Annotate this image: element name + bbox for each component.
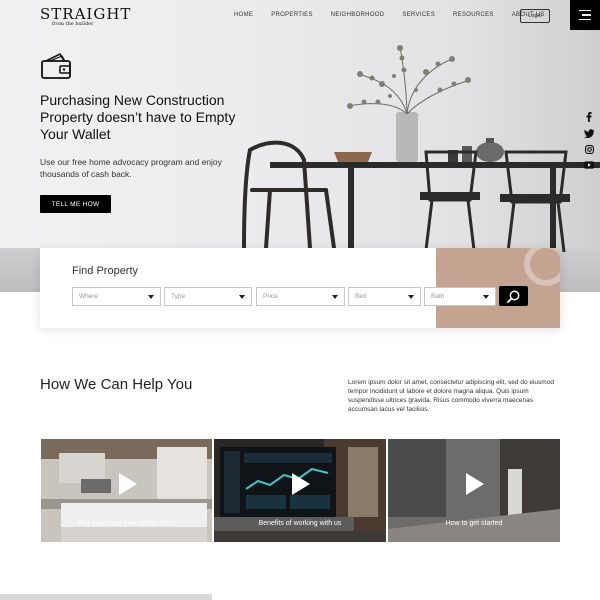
card-caption: How to get started bbox=[445, 520, 503, 527]
nav-services[interactable]: SERVICES bbox=[402, 12, 435, 18]
chevron-down-icon bbox=[408, 295, 414, 299]
chevron-down-icon bbox=[332, 295, 338, 299]
menu-line bbox=[579, 9, 591, 12]
help-section-title: How We Can Help You bbox=[40, 376, 193, 393]
login-button[interactable]: Login bbox=[520, 9, 550, 23]
where-select[interactable]: Where bbox=[72, 287, 161, 306]
next-section-edge bbox=[0, 594, 212, 600]
instagram-icon[interactable] bbox=[584, 144, 594, 154]
play-icon bbox=[466, 473, 484, 495]
card-caption: Why purchase new construction bbox=[76, 520, 177, 527]
nav-properties[interactable]: PROPERTIES bbox=[271, 12, 313, 18]
youtube-icon[interactable] bbox=[584, 160, 594, 170]
video-card-why-purchase[interactable]: Why purchase new construction bbox=[41, 439, 212, 542]
menu-line bbox=[579, 18, 591, 21]
card-caption: Benefits of working with us bbox=[258, 520, 342, 527]
chevron-down-icon bbox=[483, 295, 489, 299]
hero-subtitle: Use our free home advocacy program and e… bbox=[40, 157, 222, 179]
nav-home[interactable]: HOME bbox=[234, 12, 253, 18]
video-card-benefits[interactable]: Benefits of working with us bbox=[214, 439, 386, 542]
brand-logo[interactable]: STRAIGHT from the builder bbox=[40, 5, 132, 30]
video-card-get-started[interactable]: How to get started bbox=[388, 439, 560, 542]
bed-select[interactable]: Bed bbox=[348, 287, 421, 306]
price-select-value: Price bbox=[263, 293, 278, 300]
search-icon bbox=[507, 290, 520, 303]
play-icon bbox=[292, 473, 310, 495]
chevron-down-icon bbox=[239, 295, 245, 299]
bath-select-value: Bath bbox=[431, 293, 445, 300]
type-select-value: Type bbox=[171, 293, 186, 300]
help-section-text: Lorem ipsum dolor sit amet, consectetur … bbox=[348, 379, 554, 413]
price-select[interactable]: Price bbox=[256, 287, 345, 306]
find-property-title: Find Property bbox=[72, 265, 139, 277]
main-nav: HOME PROPERTIES NEIGHBORHOOD SERVICES RE… bbox=[234, 12, 545, 18]
nav-resources[interactable]: RESOURCES bbox=[453, 12, 494, 18]
play-icon bbox=[118, 473, 137, 495]
bath-select[interactable]: Bath bbox=[424, 287, 496, 306]
menu-line bbox=[582, 14, 591, 16]
search-button[interactable] bbox=[499, 286, 528, 306]
nav-neighborhood[interactable]: NEIGHBORHOOD bbox=[331, 12, 385, 18]
chevron-down-icon bbox=[148, 295, 154, 299]
bed-select-value: Bed bbox=[355, 293, 367, 300]
hero-title: Purchasing New Construction Property doe… bbox=[40, 92, 236, 142]
logo-text: STRAIGHT bbox=[40, 5, 132, 23]
tell-me-how-button[interactable]: TELL ME HOW bbox=[40, 195, 111, 213]
social-links bbox=[583, 112, 595, 170]
twitter-icon[interactable] bbox=[584, 128, 594, 138]
wallet-icon bbox=[41, 52, 71, 79]
hamburger-menu-button[interactable] bbox=[570, 0, 600, 30]
type-select[interactable]: Type bbox=[164, 287, 252, 306]
decorative-ring bbox=[524, 248, 560, 286]
facebook-icon[interactable] bbox=[584, 112, 594, 122]
where-select-value: Where bbox=[79, 293, 99, 300]
